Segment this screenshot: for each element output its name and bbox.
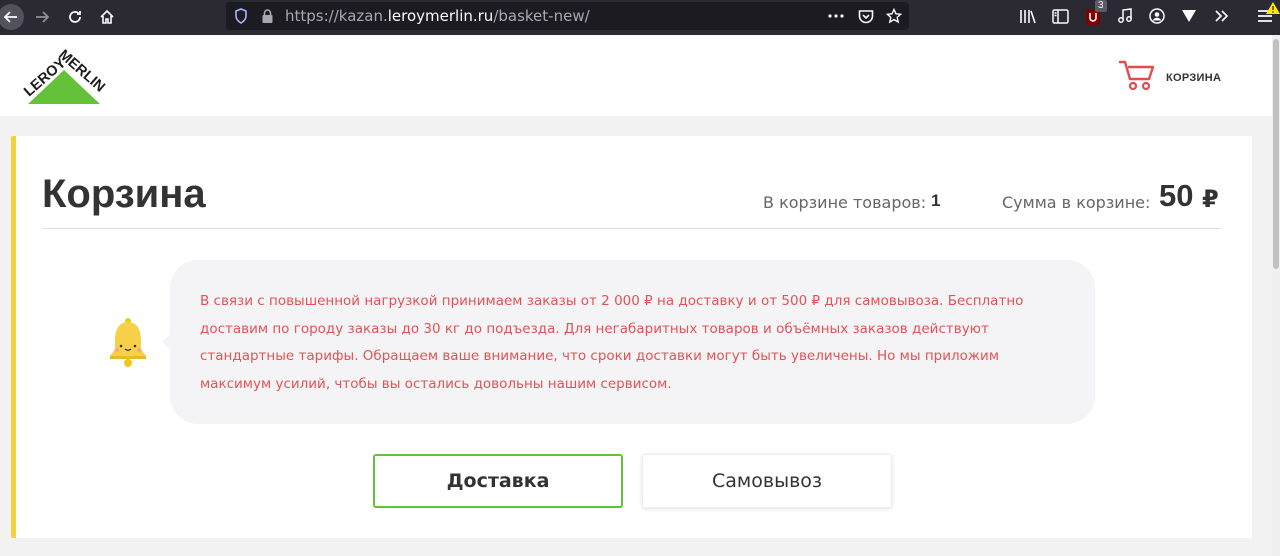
scrollbar-thumb[interactable] <box>1273 39 1279 269</box>
ublock-count-badge: 3 <box>1095 0 1107 12</box>
basket-sum-value: 50 <box>1159 178 1194 213</box>
delivery-notice: В связи с повышенной нагрузкой принимаем… <box>162 260 1095 424</box>
cart-label: КОРЗИНА <box>1166 71 1222 84</box>
library-icon[interactable] <box>1017 5 1039 27</box>
basket-card: Корзина В корзине товаров: 1 Сумма в кор… <box>11 136 1252 538</box>
bookmark-star-icon[interactable] <box>884 6 904 26</box>
cart-icon <box>1118 59 1156 96</box>
sidebar-icon[interactable] <box>1049 5 1071 27</box>
vpn-shield-icon[interactable] <box>1178 5 1200 27</box>
items-count-value: 1 <box>931 191 941 210</box>
items-count-label: В корзине товаров: <box>763 193 927 212</box>
currency-sign: ₽ <box>1202 186 1219 213</box>
basket-sum-label: Сумма в корзине: <box>1002 193 1151 212</box>
tab-pickup[interactable]: Самовывоз <box>642 454 892 508</box>
leroy-merlin-logo[interactable]: LEROY MERLIN <box>20 47 116 108</box>
music-note-icon[interactable] <box>1114 5 1136 27</box>
forward-icon[interactable] <box>29 4 55 30</box>
url-path: /basket-new/ <box>493 7 590 25</box>
reload-icon[interactable] <box>62 4 88 30</box>
home-icon[interactable] <box>94 4 120 30</box>
page-title: Корзина <box>42 172 206 216</box>
divider <box>42 228 1221 229</box>
lock-icon[interactable] <box>257 6 277 26</box>
url-text[interactable]: https://kazan.leroymerlin.ru/basket-new/ <box>285 7 590 25</box>
url-prefix: https://kazan. <box>285 7 388 25</box>
account-icon[interactable] <box>1146 5 1168 27</box>
page: LEROY MERLIN КОРЗИНА Корзина В корзине т… <box>0 35 1280 556</box>
page-scrollbar[interactable] <box>1272 35 1280 556</box>
url-bar[interactable]: https://kazan.leroymerlin.ru/basket-new/ <box>226 2 909 30</box>
url-host: leroymerlin.ru <box>387 7 494 25</box>
header-cart-link[interactable]: КОРЗИНА <box>1118 59 1221 96</box>
warning-icon[interactable] <box>1266 1 1280 19</box>
pocket-icon[interactable] <box>856 6 876 26</box>
overflow-chevron-icon[interactable] <box>1211 5 1233 27</box>
notice-text: В связи с повышенной нагрузкой принимаем… <box>200 293 1024 392</box>
browser-toolbar: https://kazan.leroymerlin.ru/basket-new/… <box>0 0 1280 35</box>
site-header: LEROY MERLIN КОРЗИНА <box>0 35 1272 116</box>
tab-delivery[interactable]: Доставка <box>373 454 623 508</box>
bell-icon <box>106 316 150 368</box>
tracking-shield-icon[interactable] <box>231 6 251 26</box>
page-actions-icon[interactable] <box>826 6 846 26</box>
back-icon[interactable] <box>0 4 24 30</box>
